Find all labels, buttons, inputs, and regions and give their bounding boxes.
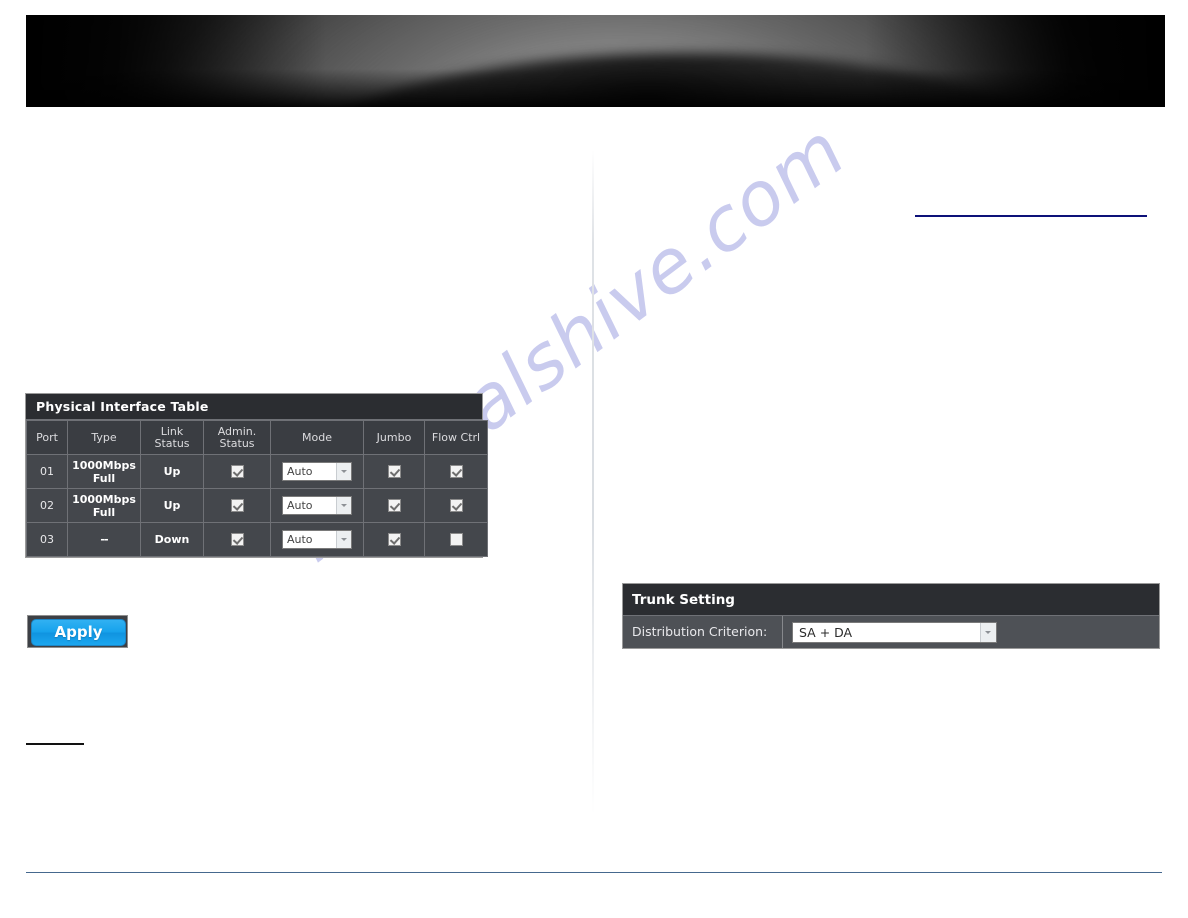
jumbo-checkbox[interactable]	[387, 499, 401, 513]
cell-admin-status	[203, 522, 271, 557]
cell-link-status: Up	[140, 488, 204, 523]
cell-jumbo	[363, 488, 425, 523]
cell-mode: Auto	[270, 488, 364, 523]
mode-select[interactable]: Auto	[282, 462, 352, 481]
type-value-line2: Full	[92, 471, 116, 485]
horizontal-rule-small	[26, 743, 84, 745]
cell-flow-ctrl	[424, 488, 488, 523]
type-value-line2: Full	[92, 505, 116, 519]
cell-admin-status	[203, 454, 271, 489]
column-header-jumbo: Jumbo	[363, 420, 425, 455]
mode-select[interactable]: Auto	[282, 496, 352, 515]
physical-interface-grid: Port Type Link Status Admin. Status Mode…	[26, 420, 488, 557]
cell-type: 1000Mbps Full	[67, 454, 141, 489]
distribution-criterion-value: SA + DA	[799, 624, 853, 640]
cell-type: 1000Mbps Full	[67, 488, 141, 523]
cell-port: 02	[26, 488, 68, 523]
column-header-type-label: Type	[91, 430, 117, 444]
column-divider	[592, 150, 594, 815]
type-value-line1: 1000Mbps	[72, 458, 136, 472]
trunk-setting-panel: Trunk Setting Distribution Criterion: SA…	[622, 583, 1160, 649]
table-row: 02 1000Mbps Full Up Auto	[26, 488, 488, 523]
banner-vignette-bottom	[26, 69, 1165, 107]
admin-status-checkbox[interactable]	[230, 465, 244, 479]
cell-mode: Auto	[270, 454, 364, 489]
column-header-jumbo-label: Jumbo	[376, 430, 412, 444]
cell-admin-status	[203, 488, 271, 523]
apply-button[interactable]: Apply	[31, 619, 126, 646]
column-header-mode-label: Mode	[302, 430, 332, 444]
apply-button-container: Apply	[27, 615, 128, 648]
flow-ctrl-checkbox[interactable]	[449, 465, 463, 479]
mode-select[interactable]: Auto	[282, 530, 352, 549]
chevron-down-icon[interactable]	[980, 622, 996, 642]
cell-link-status: Up	[140, 454, 204, 489]
cell-flow-ctrl	[424, 454, 488, 489]
cell-port: 03	[26, 522, 68, 557]
type-value-line1: 1000Mbps	[72, 492, 136, 506]
column-header-type: Type	[67, 420, 141, 455]
port-value: 01	[40, 465, 54, 478]
column-header-link-line2: Status	[154, 436, 190, 450]
table-header-row: Port Type Link Status Admin. Status Mode…	[26, 420, 488, 455]
cell-jumbo	[363, 454, 425, 489]
cell-jumbo	[363, 522, 425, 557]
column-header-link-status: Link Status	[140, 420, 204, 455]
admin-status-checkbox[interactable]	[230, 533, 244, 547]
type-value-line1: --	[100, 533, 108, 546]
admin-status-checkbox[interactable]	[230, 499, 244, 513]
document-page: manualshive.com Physical Interface Table…	[0, 0, 1188, 918]
distribution-criterion-label: Distribution Criterion:	[623, 616, 783, 648]
link-status-value: Up	[163, 499, 181, 512]
physical-interface-table: Physical Interface Table Port Type Link …	[25, 393, 488, 558]
port-value: 02	[40, 499, 54, 512]
port-value: 03	[40, 533, 54, 546]
trunk-setting-title: Trunk Setting	[623, 584, 1159, 616]
distribution-criterion-row: Distribution Criterion: SA + DA	[623, 616, 1159, 648]
chevron-down-icon[interactable]	[336, 531, 351, 548]
column-header-admin-status: Admin. Status	[203, 420, 271, 455]
cell-flow-ctrl	[424, 522, 488, 557]
column-header-port: Port	[26, 420, 68, 455]
distribution-criterion-select[interactable]: SA + DA	[792, 621, 997, 643]
chevron-down-icon[interactable]	[336, 497, 351, 514]
column-header-admin-line2: Status	[219, 436, 255, 450]
jumbo-checkbox[interactable]	[387, 533, 401, 547]
cell-port: 01	[26, 454, 68, 489]
flow-ctrl-checkbox[interactable]	[449, 499, 463, 513]
column-header-mode: Mode	[270, 420, 364, 455]
link-status-value: Up	[163, 465, 181, 478]
cell-type: --	[67, 522, 141, 557]
flow-ctrl-checkbox[interactable]	[449, 533, 463, 547]
footer-rule	[26, 872, 1162, 873]
link-status-value: Down	[154, 533, 190, 546]
table-row: 03 -- Down Auto	[26, 522, 488, 557]
chevron-down-icon[interactable]	[336, 463, 351, 480]
physical-interface-table-title: Physical Interface Table	[26, 394, 482, 420]
distribution-criterion-field: SA + DA	[783, 621, 1159, 643]
cell-mode: Auto	[270, 522, 364, 557]
header-banner	[26, 15, 1165, 107]
cell-link-status: Down	[140, 522, 204, 557]
jumbo-checkbox[interactable]	[387, 465, 401, 479]
hyperlink-underline[interactable]	[915, 215, 1147, 217]
column-header-port-label: Port	[36, 430, 58, 444]
table-row: 01 1000Mbps Full Up Auto	[26, 454, 488, 489]
column-header-flow-label: Flow Ctrl	[431, 430, 481, 444]
column-header-flow-ctrl: Flow Ctrl	[424, 420, 488, 455]
